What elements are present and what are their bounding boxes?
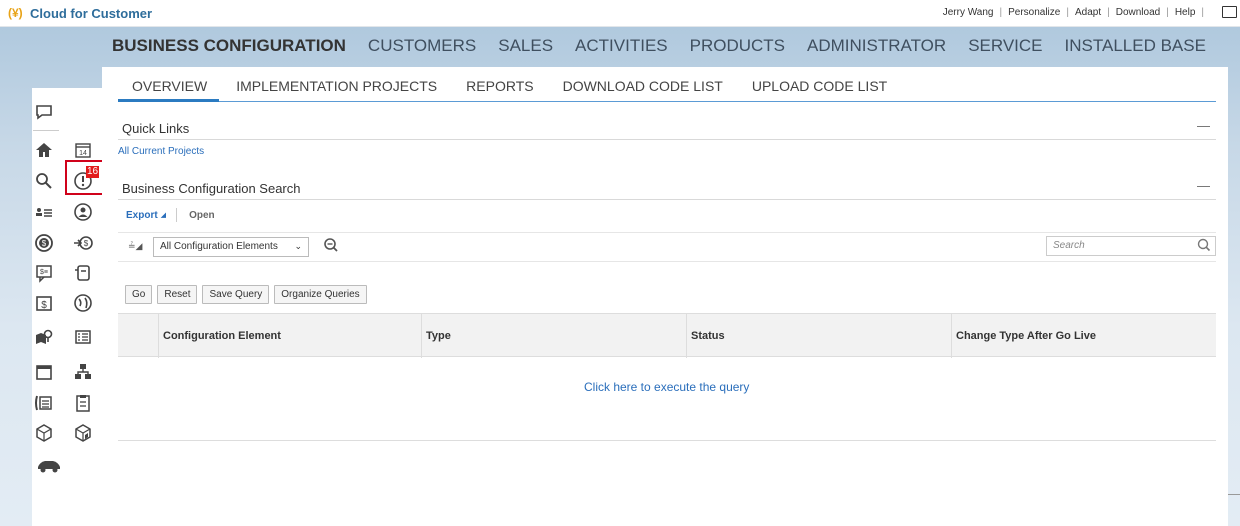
- filter-row: ≟◢ All Configuration Elements ⌄ Search: [118, 232, 1216, 262]
- separator: |: [999, 7, 1003, 18]
- column-header-configuration-element[interactable]: Configuration Element: [163, 330, 281, 342]
- car-icon[interactable]: [35, 454, 63, 476]
- chat-icon[interactable]: [33, 101, 55, 123]
- section-divider: [118, 139, 1216, 140]
- list-card-icon[interactable]: [72, 326, 94, 348]
- monitor-icon[interactable]: [1222, 6, 1237, 18]
- sort-icon[interactable]: ≟◢: [128, 241, 142, 252]
- svg-text:$≡: $≡: [40, 269, 48, 276]
- globe-icon[interactable]: [72, 292, 94, 314]
- select-value: All Configuration Elements: [160, 241, 278, 252]
- org-chart-icon[interactable]: [72, 361, 94, 383]
- tab-overview[interactable]: OVERVIEW: [132, 78, 207, 94]
- nav-service[interactable]: SERVICE: [968, 36, 1042, 58]
- all-current-projects-link[interactable]: All Current Projects: [118, 146, 204, 157]
- user-name-link[interactable]: Jerry Wang: [943, 7, 994, 18]
- column-divider: [158, 314, 159, 358]
- phone-list-icon[interactable]: [33, 392, 55, 414]
- export-dropdown-icon[interactable]: ◢: [161, 211, 166, 219]
- column-header-status[interactable]: Status: [691, 330, 725, 342]
- transfer-money-icon[interactable]: $: [72, 232, 94, 254]
- user-circle-icon[interactable]: [72, 201, 94, 223]
- svg-text:$: $: [42, 239, 47, 248]
- personalize-link[interactable]: Personalize: [1008, 7, 1060, 18]
- notification-badge: 16: [86, 166, 100, 178]
- separator: |: [1066, 7, 1069, 18]
- open-button[interactable]: Open: [189, 210, 215, 221]
- section-divider: [118, 199, 1216, 200]
- column-header-type[interactable]: Type: [426, 330, 451, 342]
- column-header-change-type[interactable]: Change Type After Go Live: [956, 330, 1096, 342]
- nav-customers[interactable]: CUSTOMERS: [368, 36, 476, 58]
- panel-divider: [33, 130, 59, 131]
- sub-nav: OVERVIEW IMPLEMENTATION PROJECTS REPORTS…: [118, 78, 916, 94]
- column-divider: [421, 314, 422, 358]
- search-input[interactable]: Search: [1046, 236, 1216, 256]
- separator: |: [1166, 7, 1169, 18]
- zoom-search-icon[interactable]: [323, 237, 339, 258]
- active-tab-indicator: [118, 99, 219, 102]
- search-icon[interactable]: [33, 170, 55, 192]
- clipboard-icon[interactable]: [72, 392, 94, 414]
- help-link[interactable]: Help: [1175, 7, 1196, 18]
- tab-implementation-projects[interactable]: IMPLEMENTATION PROJECTS: [236, 78, 437, 94]
- nav-administrator[interactable]: ADMINISTRATOR: [807, 36, 946, 58]
- go-button[interactable]: Go: [125, 285, 153, 304]
- configuration-elements-select[interactable]: All Configuration Elements ⌄: [153, 237, 309, 257]
- search-icon[interactable]: [1197, 238, 1211, 255]
- tab-upload-code-list[interactable]: UPLOAD CODE LIST: [752, 78, 887, 94]
- chevron-down-icon: ⌄: [294, 241, 302, 251]
- nav-products[interactable]: PRODUCTS: [690, 36, 785, 58]
- money-circle-icon[interactable]: $: [33, 232, 55, 254]
- calendar-14-icon[interactable]: 14: [72, 139, 94, 161]
- nav-activities[interactable]: ACTIVITIES: [575, 36, 668, 58]
- save-query-button[interactable]: Save Query: [202, 285, 270, 304]
- export-button[interactable]: Export: [126, 210, 158, 221]
- top-bar: (¥) Cloud for Customer Jerry Wang | Perso…: [0, 0, 1240, 27]
- toolbar-separator: [176, 208, 178, 222]
- home-icon[interactable]: [33, 139, 55, 161]
- search-section-title: Business Configuration Search: [122, 181, 301, 196]
- column-divider: [686, 314, 687, 358]
- scroll-marker: [1228, 494, 1240, 495]
- quick-links-collapse-button[interactable]: —: [1197, 118, 1210, 133]
- subnav-underline: [118, 101, 1216, 102]
- user-links: Jerry Wang | Personalize | Adapt | Download…: [943, 7, 1210, 18]
- organize-queries-button[interactable]: Organize Queries: [274, 285, 367, 304]
- reset-button[interactable]: Reset: [157, 285, 198, 304]
- tab-download-code-list[interactable]: DOWNLOAD CODE LIST: [563, 78, 723, 94]
- nav-sales[interactable]: SALES: [498, 36, 553, 58]
- sap-logo-icon: (¥): [8, 6, 23, 20]
- query-buttons: Go Reset Save Query Organize Queries: [125, 285, 367, 304]
- app-title[interactable]: Cloud for Customer: [30, 6, 152, 21]
- receipt-icon[interactable]: [72, 262, 94, 284]
- search-toolbar: Export ◢ Open: [118, 208, 215, 222]
- svg-text:$: $: [84, 239, 89, 248]
- calendar-icon[interactable]: [33, 361, 55, 383]
- execute-query-link[interactable]: Click here to execute the query: [584, 380, 749, 394]
- svg-text:$: $: [41, 300, 47, 311]
- search-placeholder: Search: [1053, 240, 1085, 251]
- nav-business-configuration[interactable]: BUSINESS CONFIGURATION: [112, 36, 346, 58]
- adapt-link[interactable]: Adapt: [1075, 7, 1101, 18]
- people-list-icon[interactable]: [33, 201, 55, 223]
- table-bottom-divider: [118, 440, 1216, 441]
- column-divider: [951, 314, 952, 358]
- dollar-doc-icon[interactable]: $: [33, 292, 55, 314]
- tab-reports[interactable]: REPORTS: [466, 78, 533, 94]
- results-table-header: Configuration Element Type Status Change…: [118, 313, 1216, 358]
- separator: |: [1201, 7, 1204, 18]
- svg-text:14: 14: [79, 150, 87, 157]
- main-nav: BUSINESS CONFIGURATION CUSTOMERS SALES A…: [112, 36, 1228, 58]
- box-icon[interactable]: [33, 422, 55, 444]
- price-chat-icon[interactable]: $≡: [33, 262, 55, 284]
- download-link[interactable]: Download: [1116, 7, 1160, 18]
- nav-installed-base[interactable]: INSTALLED BASE: [1065, 36, 1206, 58]
- quick-links-title: Quick Links: [122, 121, 190, 136]
- package-icon[interactable]: [72, 422, 94, 444]
- separator: |: [1107, 7, 1110, 18]
- map-pin-icon[interactable]: [33, 326, 55, 348]
- search-section-collapse-button[interactable]: —: [1197, 178, 1210, 193]
